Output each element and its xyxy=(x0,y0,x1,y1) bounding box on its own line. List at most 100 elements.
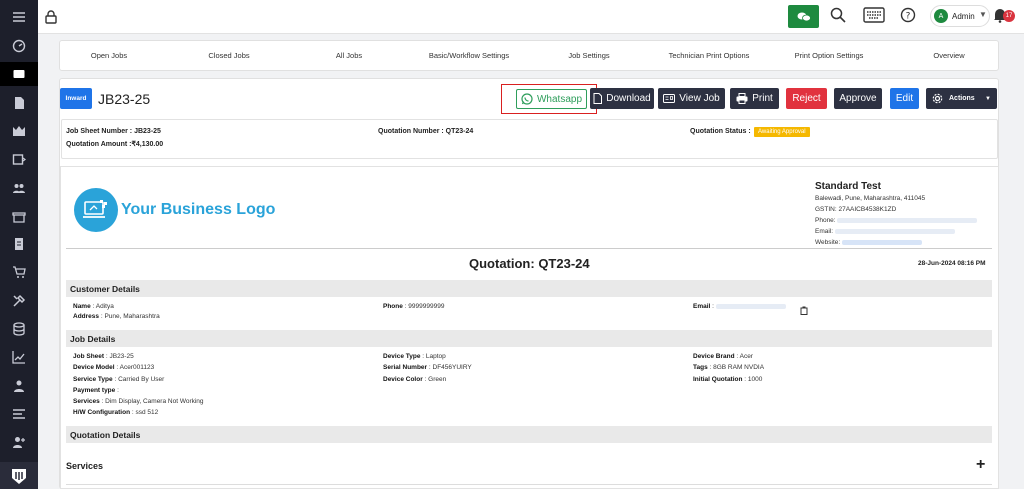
print-button[interactable]: Print xyxy=(730,88,779,109)
add-service-icon[interactable]: + xyxy=(976,456,985,474)
tab-closed-jobs[interactable]: Closed Jobs xyxy=(208,51,249,60)
whatsapp-label: Whatsapp xyxy=(536,93,583,105)
tab-all-jobs[interactable]: All Jobs xyxy=(336,51,362,60)
chat-icon xyxy=(797,12,811,21)
person-icon[interactable] xyxy=(11,378,27,394)
notification-badge: 17 xyxy=(1003,10,1015,22)
job-sheet-summary: Job Sheet Number : JB23-25 xyxy=(66,128,161,135)
customer-name: Name : Aditya xyxy=(73,303,114,310)
tab-overview[interactable]: Overview xyxy=(933,51,964,60)
business-address: Balewadi, Pune, Maharashtra, 411045 xyxy=(815,195,926,202)
tab-bar: Open Jobs Closed Jobs All Jobs Basic/Wor… xyxy=(59,40,999,71)
business-email: Email: xyxy=(815,228,955,235)
business-logo-text: Your Business Logo xyxy=(121,201,276,218)
approve-label: Approve xyxy=(839,93,877,104)
view-job-button[interactable]: View Job xyxy=(658,88,725,109)
chart-icon[interactable] xyxy=(11,349,27,365)
tab-job-settings[interactable]: Job Settings xyxy=(568,51,609,60)
quotation-title: Quotation: QT23-24 xyxy=(469,256,590,271)
user-name: Admin xyxy=(952,11,975,21)
app-logo[interactable] xyxy=(0,462,38,489)
reject-button[interactable]: Reject xyxy=(786,88,827,109)
gear-icon xyxy=(932,93,943,104)
tools-icon[interactable] xyxy=(11,293,27,309)
chat-button[interactable] xyxy=(788,5,819,28)
document-icon[interactable] xyxy=(11,95,27,111)
services-heading: Services xyxy=(66,461,104,471)
quotation-date: 28-Jun-2024 08:16 PM xyxy=(918,260,986,267)
lock-icon[interactable] xyxy=(45,10,57,29)
user-plus-icon[interactable] xyxy=(11,434,27,450)
cart-icon[interactable] xyxy=(11,264,27,280)
job-details-heading: Job Details xyxy=(66,330,992,347)
business-gstin: GSTIN: 27AAICB4538K1ZD xyxy=(815,206,897,213)
whatsapp-icon xyxy=(521,93,533,105)
quotation-status-label: Quotation Status : xyxy=(690,128,751,135)
page-title: JB23-25 xyxy=(98,91,151,107)
payment-type-field: Payment type : xyxy=(73,387,119,394)
svg-text:?: ? xyxy=(906,12,911,22)
avatar: A xyxy=(934,9,948,23)
tags-field: Tags : 8GB RAM NVDIA xyxy=(693,364,765,371)
view-job-label: View Job xyxy=(679,93,720,104)
copy-icon[interactable] xyxy=(800,302,808,320)
edit-button[interactable]: Edit xyxy=(890,88,919,109)
customer-phone: Phone : 9999999999 xyxy=(383,303,445,310)
customer-details-heading: Customer Details xyxy=(66,280,992,297)
list-icon[interactable] xyxy=(11,406,27,422)
tab-technician-print-options[interactable]: Technician Print Options xyxy=(669,51,750,60)
serial-number-field: Serial Number : DF456YUIRY xyxy=(383,364,472,371)
actions-label: Actions xyxy=(949,95,975,102)
box-icon[interactable] xyxy=(11,151,27,167)
approve-button[interactable]: Approve xyxy=(834,88,882,109)
hamburger-icon[interactable] xyxy=(11,9,27,25)
initial-quotation-field: Initial Quotation : 1000 xyxy=(693,376,763,383)
status-badge: Awaiting Approval xyxy=(754,127,810,137)
database-icon[interactable] xyxy=(11,321,27,337)
job-sheet-field: Job Sheet : JB23-25 xyxy=(73,353,134,360)
reject-label: Reject xyxy=(792,93,821,104)
top-bar: ? A Admin ▼ 17 xyxy=(38,0,1024,34)
whatsapp-button[interactable]: Whatsapp xyxy=(516,89,587,109)
search-icon[interactable] xyxy=(830,7,846,28)
pdf-icon xyxy=(593,93,603,104)
jobs-icon[interactable] xyxy=(11,66,27,82)
business-phone: Phone: xyxy=(815,217,978,224)
id-card-icon xyxy=(663,94,676,103)
divider xyxy=(66,484,992,485)
invoice-icon[interactable] xyxy=(11,236,27,252)
chevron-down-icon: ▼ xyxy=(985,95,991,102)
sidebar xyxy=(0,0,38,489)
business-logo-icon xyxy=(74,188,118,232)
dashboard-icon[interactable] xyxy=(11,38,27,54)
tab-open-jobs[interactable]: Open Jobs xyxy=(91,51,127,60)
actions-dropdown[interactable]: Actions ▼ xyxy=(926,88,997,109)
divider xyxy=(66,248,992,249)
keyboard-icon[interactable] xyxy=(863,6,885,29)
users-icon[interactable] xyxy=(11,180,27,196)
business-name: Standard Test xyxy=(815,181,881,192)
download-button[interactable]: Download xyxy=(590,88,654,109)
printer-icon xyxy=(736,93,748,104)
print-label: Print xyxy=(752,93,773,104)
tab-print-option-settings[interactable]: Print Option Settings xyxy=(795,51,864,60)
quotation-number-summary: Quotation Number : QT23-24 xyxy=(378,128,474,135)
device-color-field: Device Color : Green xyxy=(383,376,447,383)
inward-badge: Inward xyxy=(60,88,92,109)
services-field: Services : Dim Display, Camera Not Worki… xyxy=(73,398,204,405)
tab-basic-workflow-settings[interactable]: Basic/Workflow Settings xyxy=(429,51,509,60)
inventory-icon[interactable] xyxy=(11,123,27,139)
edit-label: Edit xyxy=(895,93,914,104)
store-icon[interactable] xyxy=(11,208,27,224)
customer-email: Email : xyxy=(693,303,786,310)
download-label: Download xyxy=(606,93,651,104)
chevron-down-icon[interactable]: ▼ xyxy=(979,10,987,19)
device-brand-field: Device Brand : Acer xyxy=(693,353,753,360)
service-type-field: Service Type : Carried By User xyxy=(73,376,165,383)
quotation-details-heading: Quotation Details xyxy=(66,426,992,443)
hw-configuration-field: H/W Configuration : ssd 512 xyxy=(73,409,159,416)
help-icon[interactable]: ? xyxy=(900,7,916,28)
quotation-amount-summary: Quotation Amount :₹4,130.00 xyxy=(66,141,164,148)
summary-box xyxy=(61,119,998,159)
device-model-field: Device Model : Acer001123 xyxy=(73,364,155,371)
